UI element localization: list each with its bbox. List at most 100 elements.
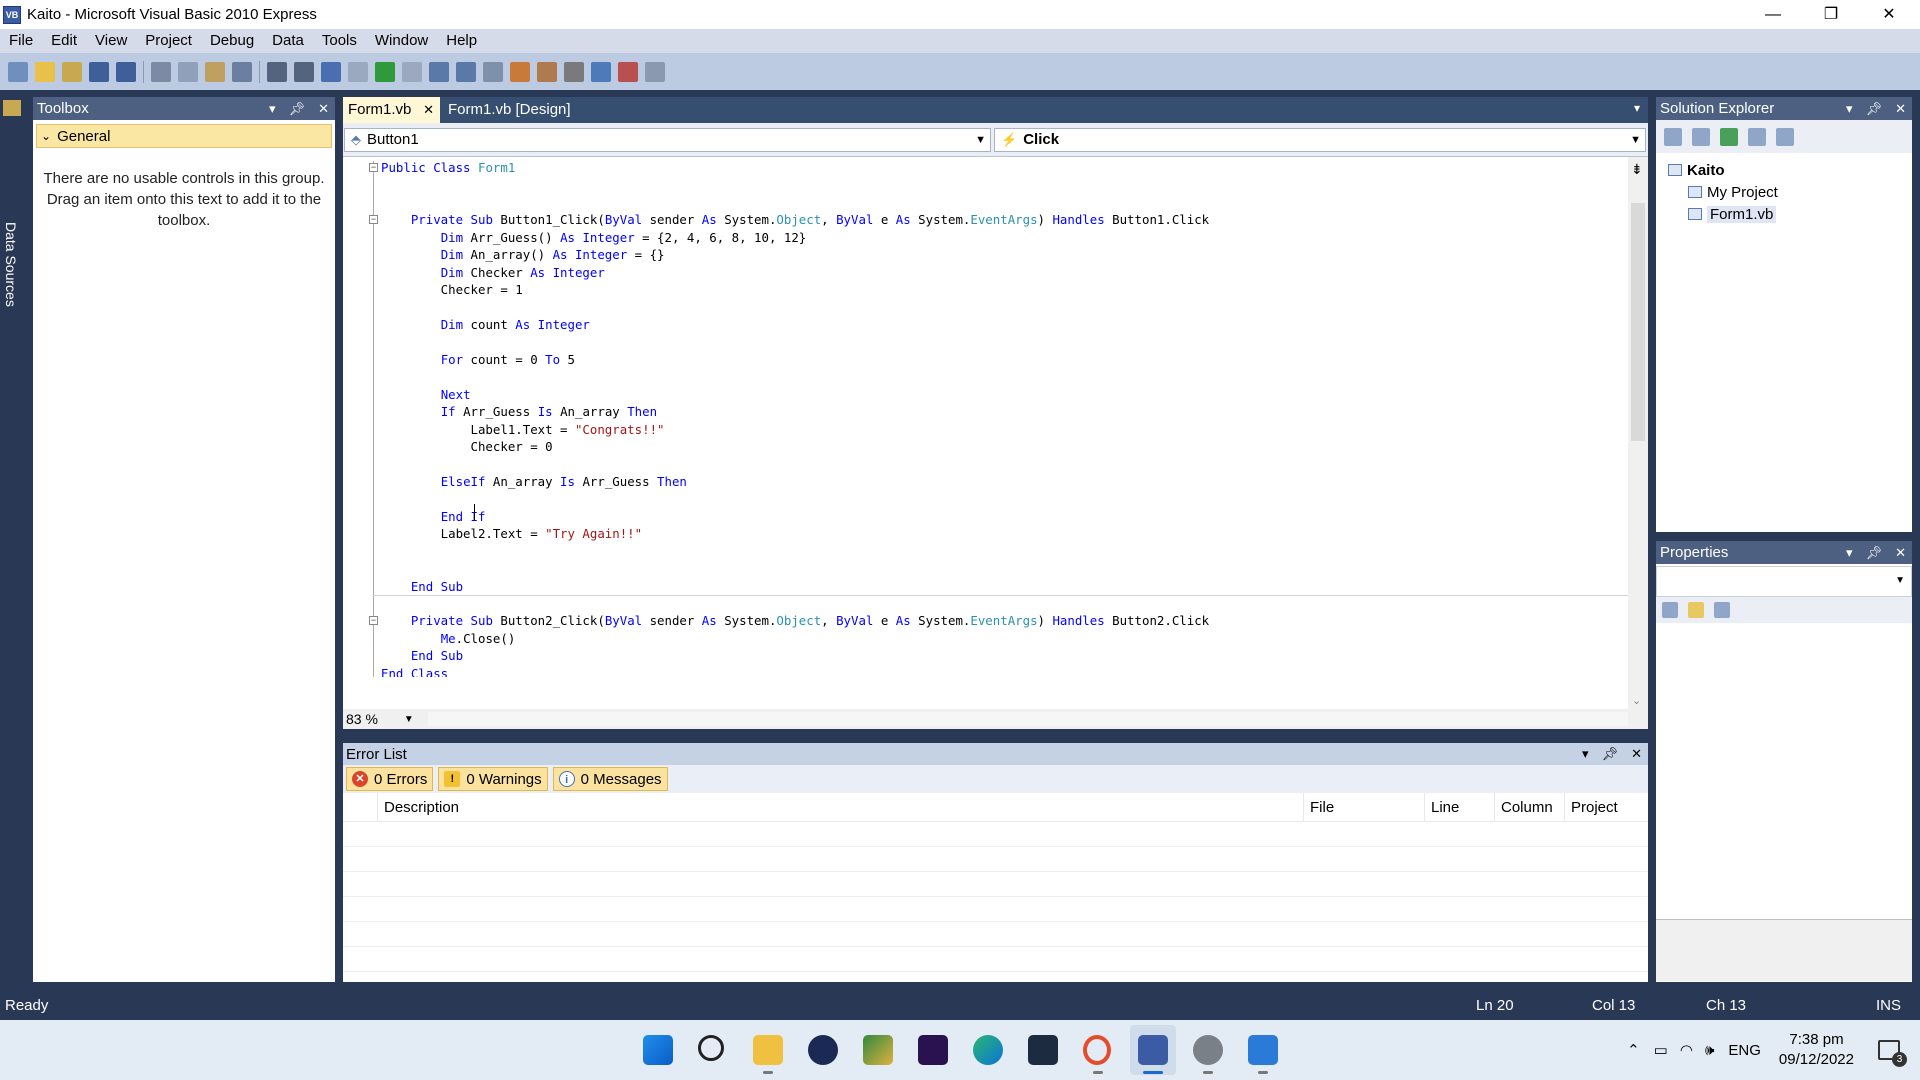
method-name-dropdown[interactable]: ⚡ Click ▼	[994, 127, 1646, 152]
file-explorer-icon[interactable]	[753, 1035, 783, 1065]
notifications-icon[interactable]: 3	[1878, 1040, 1907, 1067]
menu-debug[interactable]: Debug	[201, 29, 263, 53]
settings-icon[interactable]	[1193, 1035, 1223, 1065]
tree-project-node[interactable]: Kaito	[1668, 159, 1912, 181]
step-into-icon[interactable]	[429, 61, 449, 82]
column-project[interactable]: Project	[1564, 792, 1648, 822]
search-icon[interactable]	[698, 1035, 724, 1061]
comment-icon[interactable]	[267, 61, 287, 82]
app-download-icon[interactable]	[1028, 1035, 1058, 1065]
code-text-area[interactable]: − − − Public Class Form1 Private Sub But…	[343, 157, 1628, 677]
pin-icon[interactable]: 📌︎	[1602, 746, 1619, 762]
object-browser-icon[interactable]	[591, 61, 611, 82]
opera-icon[interactable]	[1083, 1035, 1111, 1065]
close-button[interactable]: ✕	[1860, 0, 1918, 29]
app-u-icon[interactable]	[808, 1035, 838, 1065]
horizontal-scrollbar[interactable]	[427, 712, 1628, 726]
tree-my-project-node[interactable]: My Project	[1668, 181, 1912, 203]
close-icon[interactable]: ✕	[1895, 545, 1906, 561]
view-designer-icon[interactable]	[1776, 127, 1794, 146]
error-list-icon[interactable]	[618, 61, 638, 82]
collapse-sub-icon[interactable]: −	[369, 616, 378, 625]
pin-icon[interactable]: 📌︎	[289, 101, 306, 117]
dropdown-icon[interactable]: ▾	[1846, 545, 1853, 561]
warnings-filter-button[interactable]: ! 0 Warnings	[438, 767, 548, 791]
zoom-level[interactable]: 83 %	[346, 711, 378, 727]
menu-edit[interactable]: Edit	[42, 29, 86, 53]
start-debugging-icon[interactable]	[375, 61, 395, 82]
collapse-sub-icon[interactable]: −	[369, 215, 378, 224]
paste-icon[interactable]	[205, 61, 225, 82]
close-icon[interactable]: ✕	[1895, 101, 1906, 117]
split-handle-icon[interactable]: ⇟	[1631, 161, 1643, 178]
tab-form1-code[interactable]: Form1.vb ✕	[343, 97, 440, 123]
start-icon[interactable]	[643, 1035, 673, 1065]
close-icon[interactable]: ✕	[1631, 746, 1642, 762]
errors-filter-button[interactable]: ✕ 0 Errors	[346, 767, 434, 791]
show-hidden-icons[interactable]: ⌃	[1627, 1041, 1640, 1059]
scrollbar-thumb[interactable]	[1631, 203, 1645, 441]
app-globe-icon[interactable]	[863, 1035, 893, 1065]
visual-basic-icon[interactable]	[1138, 1035, 1168, 1065]
close-tab-icon[interactable]: ✕	[423, 97, 434, 123]
menu-window[interactable]: Window	[366, 29, 437, 53]
dropdown-icon[interactable]: ▾	[1846, 101, 1853, 117]
column-line[interactable]: Line	[1424, 792, 1494, 822]
save-all-icon[interactable]	[116, 61, 136, 82]
data-sources-tab[interactable]: Data Sources	[3, 222, 19, 307]
solution-explorer-icon[interactable]	[510, 61, 530, 82]
open-file-icon[interactable]	[35, 61, 55, 82]
find-icon[interactable]	[232, 61, 252, 82]
data-sources-icon[interactable]	[3, 100, 21, 116]
menu-view[interactable]: View	[86, 29, 136, 53]
column-column[interactable]: Column	[1494, 792, 1564, 822]
close-icon[interactable]: ✕	[318, 101, 329, 117]
notepad-icon[interactable]	[1248, 1035, 1278, 1065]
object-selector-dropdown[interactable]: ▼	[1656, 566, 1912, 597]
show-all-files-icon[interactable]	[1692, 127, 1710, 146]
battery-icon[interactable]: ▭	[1654, 1041, 1668, 1059]
language-indicator[interactable]: ENG	[1728, 1042, 1761, 1059]
toolbox-group-general[interactable]: ⌄ General	[36, 124, 332, 148]
menu-data[interactable]: Data	[263, 29, 313, 53]
collapse-class-icon[interactable]: −	[369, 163, 378, 172]
property-pages-icon[interactable]	[1714, 602, 1730, 618]
redo-icon[interactable]	[348, 61, 368, 82]
cut-icon[interactable]	[151, 61, 171, 82]
tree-form1-node[interactable]: Form1.vb	[1668, 203, 1912, 225]
dropdown-icon[interactable]: ▾	[269, 101, 276, 117]
copy-icon[interactable]	[178, 61, 198, 82]
chevron-down-icon[interactable]: ▼	[404, 714, 414, 725]
class-name-dropdown[interactable]: ⬘ Button1 ▼	[344, 127, 991, 152]
menu-help[interactable]: Help	[437, 29, 486, 53]
tab-form1-design[interactable]: Form1.vb [Design]	[443, 97, 576, 123]
properties-window-icon[interactable]	[537, 61, 557, 82]
stop-debugging-icon[interactable]	[402, 61, 422, 82]
volume-icon[interactable]: 🕪︎	[1705, 1042, 1714, 1059]
new-project-icon[interactable]	[8, 61, 28, 82]
menu-project[interactable]: Project	[136, 29, 201, 53]
toolbox-window-icon[interactable]	[564, 61, 584, 82]
step-out-icon[interactable]	[483, 61, 503, 82]
vertical-scrollbar[interactable]: ⇟ ⌄	[1628, 157, 1648, 709]
start-page-icon[interactable]	[645, 61, 665, 82]
view-code-icon[interactable]	[1748, 127, 1766, 146]
tab-overflow-icon[interactable]: ▾	[1634, 101, 1640, 115]
undo-icon[interactable]	[321, 61, 341, 82]
alphabetical-icon[interactable]	[1688, 602, 1704, 618]
messages-filter-button[interactable]: i 0 Messages	[552, 767, 668, 791]
save-icon[interactable]	[89, 61, 109, 82]
edge-icon[interactable]	[973, 1035, 1003, 1065]
categorized-icon[interactable]	[1662, 602, 1678, 618]
add-item-icon[interactable]	[62, 61, 82, 82]
scroll-down-icon[interactable]: ⌄	[1632, 694, 1641, 707]
step-over-icon[interactable]	[456, 61, 476, 82]
column-description[interactable]: Description	[377, 792, 1303, 822]
wifi-icon[interactable]: ◠	[1680, 1041, 1693, 1059]
pin-icon[interactable]: 📌︎	[1866, 101, 1883, 117]
uncomment-icon[interactable]	[294, 61, 314, 82]
restore-button[interactable]: ❐	[1802, 0, 1860, 29]
premiere-pro-icon[interactable]	[918, 1035, 948, 1065]
refresh-icon[interactable]	[1720, 127, 1738, 146]
menu-file[interactable]: File	[0, 29, 42, 53]
